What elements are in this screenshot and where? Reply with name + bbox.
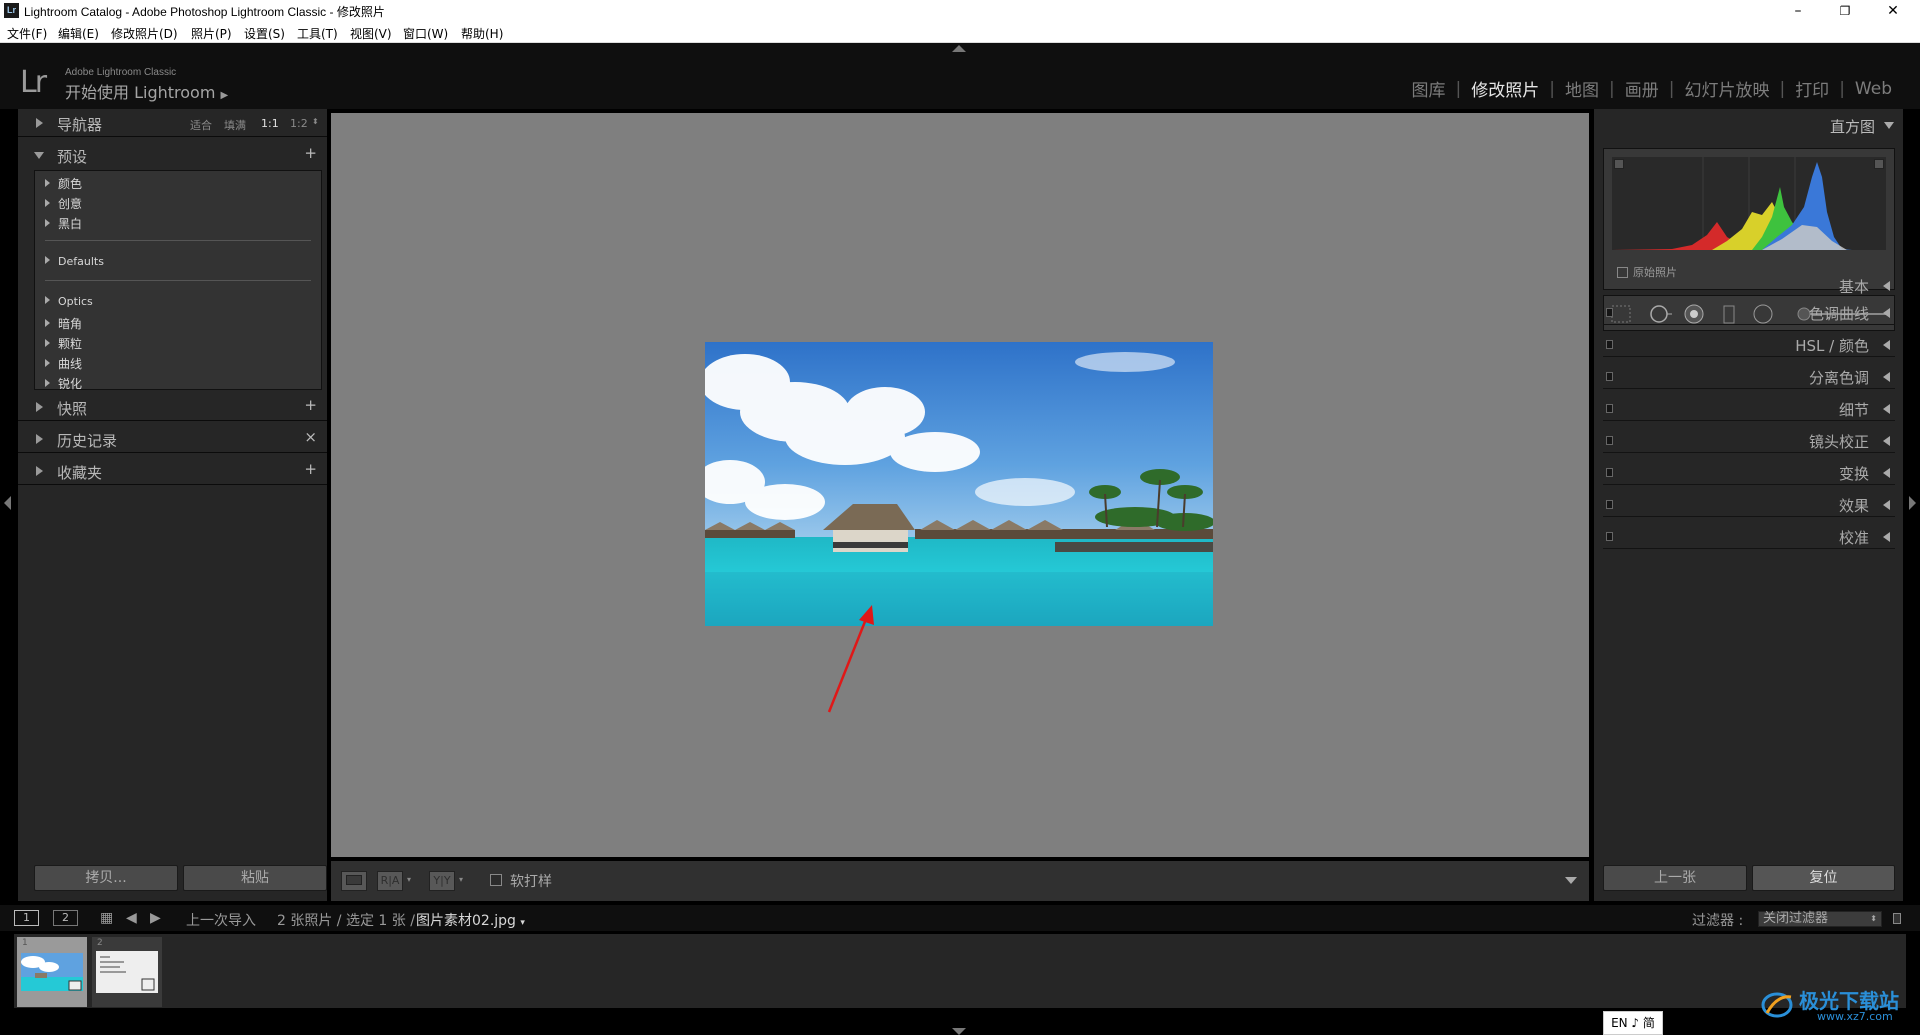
expand-triangle-icon (1883, 308, 1890, 318)
highlight-clipping-icon[interactable] (1874, 159, 1884, 169)
tone-curve-panel-header[interactable]: 色调曲线 (1603, 299, 1895, 325)
lens-corrections-panel-header[interactable]: 镜头校正 (1603, 427, 1895, 453)
expand-triangle-icon (1883, 404, 1890, 414)
effects-label: 效果 (1838, 497, 1869, 515)
expand-triangle-icon (1883, 532, 1890, 542)
effects-panel-header[interactable]: 效果 (1603, 491, 1895, 517)
thumbnail-number: 1 (22, 938, 28, 948)
transform-panel-header[interactable]: 变换 (1603, 459, 1895, 485)
loupe-view-button[interactable] (341, 871, 367, 891)
filter-lock-icon[interactable] (1893, 913, 1901, 924)
soft-proofing-label: 软打样 (510, 874, 552, 890)
shadow-clipping-icon[interactable] (1614, 159, 1624, 169)
red-arrow-icon (827, 605, 874, 713)
panel-toggle-switch-icon[interactable] (1606, 372, 1613, 381)
previous-button[interactable]: 上一张 (1603, 865, 1747, 891)
thumbnail-number: 2 (97, 938, 103, 948)
filter-label: 过滤器 : (1692, 913, 1744, 929)
before-after-button[interactable]: R|A (377, 871, 403, 891)
transform-label: 变换 (1838, 465, 1869, 483)
filmstrip-thumbnail[interactable]: 2 (92, 937, 162, 1007)
filmstrip-thumbnail-selected[interactable]: 1 (17, 937, 87, 1007)
filmstrip: 1 2 (14, 934, 1906, 1008)
filename-label[interactable]: 图片素材02.jpg ▾ (416, 910, 525, 930)
calibration-label: 校准 (1838, 529, 1869, 547)
hsl-color-panel-header[interactable]: HSL / 颜色 (1603, 331, 1895, 357)
panel-toggle-switch-icon[interactable] (1606, 468, 1613, 477)
panel-toggle-switch-icon[interactable] (1606, 404, 1613, 413)
filter-select[interactable]: 关闭过滤器 ⬍ (1758, 911, 1882, 927)
develop-toolbar: R|A ▾ Y|Y ▾ 软打样 (331, 861, 1589, 901)
panel-toggle-switch-icon[interactable] (1606, 532, 1613, 541)
right-panel: 直方图 原始照片 基本 上一张 复位 色调曲线 HSL / 颜色 分离色调 细节… (1594, 109, 1903, 901)
expand-triangle-icon (1883, 468, 1890, 478)
basic-label: 基本 (1838, 278, 1869, 296)
secondary-window-button[interactable]: 2 (53, 910, 78, 926)
panel-toggle-switch-icon[interactable] (1606, 340, 1613, 349)
watermark-logo: 极光下载站 www.xz7.com (1759, 983, 1919, 1025)
bottom-panel-toggle-icon[interactable] (952, 1028, 966, 1035)
reset-button[interactable]: 复位 (1752, 865, 1895, 891)
soft-proofing-checkbox[interactable] (490, 874, 502, 886)
expand-triangle-icon (1883, 340, 1890, 350)
photo-count: 2 张照片 / 选定 1 张 / (277, 913, 415, 929)
yy-view-button[interactable]: Y|Y (429, 871, 455, 891)
watermark-url: www.xz7.com (1817, 1010, 1893, 1023)
basic-panel-header[interactable]: 基本 (1603, 272, 1895, 298)
detail-label: 细节 (1838, 401, 1869, 419)
panel-toggle-switch-icon[interactable] (1606, 436, 1613, 445)
primary-window-button[interactable]: 1 (14, 910, 39, 926)
panel-toggle-switch-icon[interactable] (1606, 500, 1613, 509)
tone-curve-label: 色调曲线 (1808, 305, 1869, 323)
beach-thumbnail (21, 953, 83, 991)
hsl-color-label: HSL / 颜色 (1795, 337, 1869, 355)
calibration-panel-header[interactable]: 校准 (1603, 523, 1895, 549)
filmstrip-bar: 1 2 ▦ ◀ ▶ 上一次导入 2 张照片 / 选定 1 张 / 图片素材02.… (0, 905, 1920, 931)
back-arrow-icon[interactable]: ◀ (126, 910, 137, 926)
detail-panel-header[interactable]: 细节 (1603, 395, 1895, 421)
loupe-icon (346, 875, 362, 885)
lens-corrections-label: 镜头校正 (1808, 433, 1869, 451)
expand-triangle-icon (1883, 436, 1890, 446)
expand-triangle-icon (1883, 500, 1890, 510)
forward-arrow-icon[interactable]: ▶ (150, 910, 161, 926)
document-thumbnail (96, 951, 158, 993)
toolbar-menu-arrow-icon[interactable] (1565, 877, 1577, 884)
collapse-triangle-icon[interactable] (1884, 122, 1894, 129)
source-label[interactable]: 上一次导入 (186, 910, 256, 930)
histogram-panel: 原始照片 (1603, 148, 1895, 290)
grid-view-icon[interactable]: ▦ (100, 910, 113, 926)
dropdown-arrow-icon[interactable]: ▾ (407, 875, 411, 884)
split-toning-label: 分离色调 (1808, 369, 1869, 387)
split-toning-panel-header[interactable]: 分离色调 (1603, 363, 1895, 389)
panel-toggle-switch-icon[interactable] (1606, 308, 1613, 317)
histogram-label[interactable]: 直方图 (1830, 116, 1875, 137)
expand-triangle-icon (1883, 281, 1890, 291)
dropdown-arrow-icon[interactable]: ▾ (459, 875, 463, 884)
ime-indicator[interactable]: EN ♪ 简 (1603, 1011, 1663, 1035)
expand-triangle-icon (1883, 372, 1890, 382)
histogram-graph (1612, 157, 1886, 250)
